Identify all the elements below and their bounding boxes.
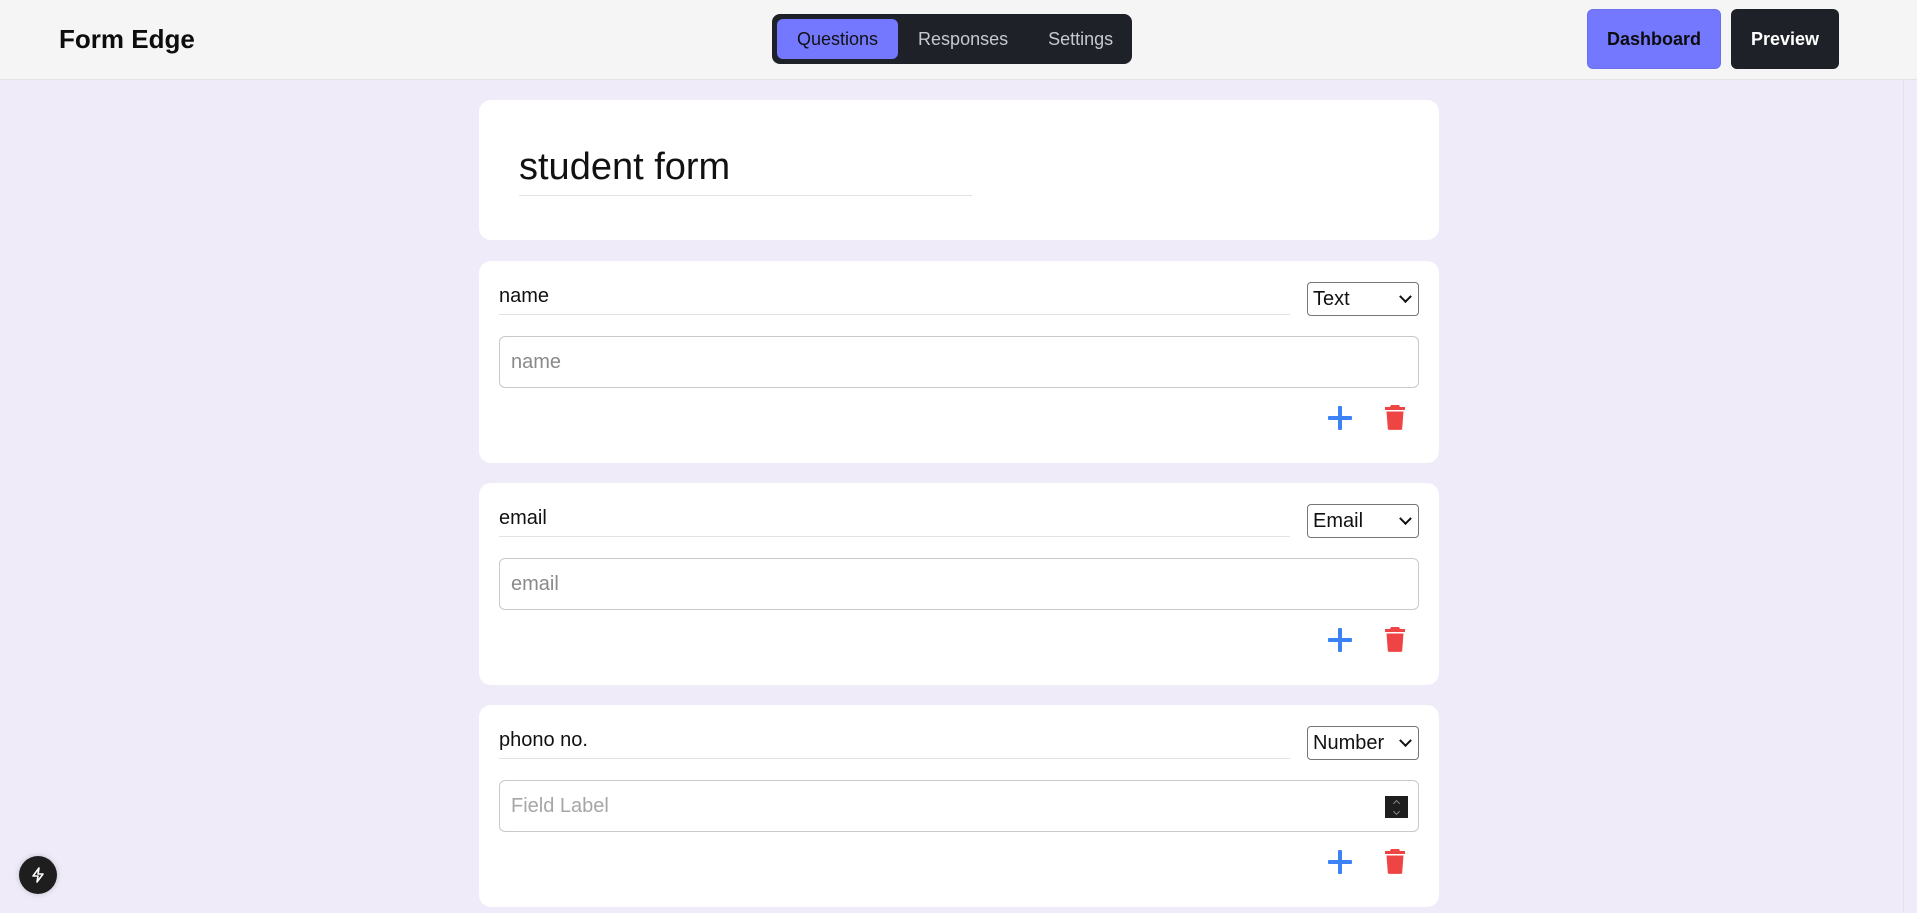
dashboard-button[interactable]: Dashboard: [1587, 9, 1721, 69]
chevron-down-icon: [1399, 733, 1412, 747]
question-card: phono no. Number Field Label: [479, 705, 1439, 907]
chevron-down-icon: [1392, 807, 1401, 815]
answer-preview-input[interactable]: name: [499, 336, 1419, 388]
chevron-down-icon: [1399, 289, 1412, 303]
scrollbar[interactable]: [1903, 80, 1917, 913]
question-label-input[interactable]: email: [499, 507, 1290, 537]
question-type-value: Number: [1313, 731, 1385, 754]
devtools-button[interactable]: [19, 856, 57, 894]
question-type-select[interactable]: Email: [1307, 504, 1419, 538]
question-card: name Text name: [479, 261, 1439, 463]
trash-icon[interactable]: [1384, 626, 1406, 652]
answer-placeholder: Field Label: [511, 794, 609, 817]
question-type-value: Email: [1313, 509, 1364, 532]
question-card: email Email email: [479, 483, 1439, 685]
question-type-value: Text: [1313, 287, 1350, 310]
question-label-input[interactable]: phono no.: [499, 729, 1290, 759]
preview-button[interactable]: Preview: [1731, 9, 1839, 69]
question-type-select[interactable]: Text: [1307, 282, 1419, 316]
plus-icon[interactable]: [1328, 406, 1352, 430]
number-spinner[interactable]: [1385, 796, 1408, 818]
tab-questions[interactable]: Questions: [777, 19, 899, 59]
question-type-select[interactable]: Number: [1307, 726, 1419, 760]
form-title-input[interactable]: student form: [519, 146, 972, 196]
trash-icon[interactable]: [1384, 848, 1406, 874]
brand-logo[interactable]: Form Edge: [59, 24, 195, 55]
answer-preview-input[interactable]: email: [499, 558, 1419, 610]
form-title-card: student form: [479, 100, 1439, 240]
tab-settings[interactable]: Settings: [1028, 19, 1133, 59]
tab-bar: Questions Responses Settings: [772, 14, 1132, 64]
question-label-input[interactable]: name: [499, 285, 1290, 315]
plus-icon[interactable]: [1328, 850, 1352, 874]
chevron-down-icon: [1399, 511, 1412, 525]
top-bar: Form Edge Questions Responses Settings D…: [0, 0, 1917, 80]
tab-responses[interactable]: Responses: [898, 19, 1028, 59]
chevron-up-icon: [1392, 799, 1401, 807]
plus-icon[interactable]: [1328, 628, 1352, 652]
answer-preview-input[interactable]: Field Label: [499, 780, 1419, 832]
bolt-icon: [32, 867, 44, 883]
trash-icon[interactable]: [1384, 404, 1406, 430]
